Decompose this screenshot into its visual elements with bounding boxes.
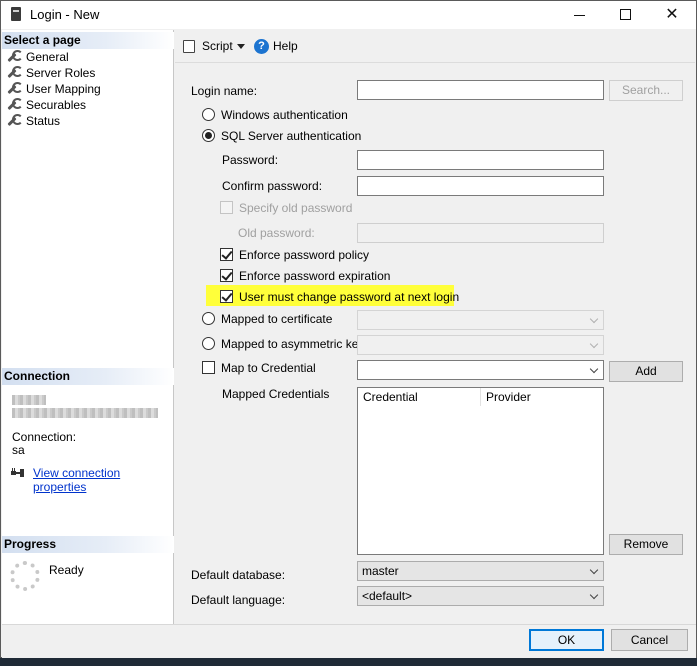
progress-status: Ready [49,563,84,577]
connection-properties-icon [11,468,24,477]
chevron-down-icon[interactable] [237,44,245,49]
app-icon [11,7,21,21]
confirm-password-label: Confirm password: [222,179,323,193]
select-page-header: Select a page [2,32,174,49]
enforce-policy-checkbox[interactable] [220,248,233,261]
map-credential-label: Map to Credential [221,361,316,375]
wrench-icon [6,82,23,94]
old-password-input[interactable] [357,223,604,243]
connection-value: sa [12,443,25,457]
progress-spinner-icon [10,561,40,591]
login-name-input[interactable] [357,80,604,100]
enforce-expiration-label: Enforce password expiration [239,269,391,283]
specify-old-password-checkbox[interactable] [220,201,233,214]
chevron-down-icon [589,590,599,600]
login-dialog: Login - New ✕ Select a page General Serv… [0,0,697,658]
default-database-value: master [362,564,399,578]
must-change-checkbox[interactable] [220,290,233,303]
minimize-button[interactable] [556,1,602,29]
close-button[interactable]: ✕ [649,1,695,29]
minimize-icon [573,14,585,16]
windows-auth-label: Windows authentication [221,108,348,122]
default-database-select[interactable]: master [357,561,604,581]
login-name-label: Login name: [191,84,258,98]
page-item-user-mapping[interactable]: User Mapping [6,81,101,97]
wrench-icon [6,50,23,62]
page-item-server-roles[interactable]: Server Roles [6,65,95,81]
maximize-icon [619,9,631,21]
sql-auth-label: SQL Server authentication [221,129,362,143]
password-label: Password: [222,153,279,167]
enforce-expiration-checkbox[interactable] [220,269,233,282]
chevron-down-icon [589,565,599,575]
default-language-select[interactable]: <default> [357,586,604,606]
help-button[interactable]: Help [273,39,298,53]
search-button[interactable]: Search... [609,80,683,101]
password-input[interactable] [357,150,604,170]
cancel-button[interactable]: Cancel [611,629,688,651]
chevron-down-icon [589,364,599,374]
window-title: Login - New [30,7,100,22]
wrench-icon [6,66,23,78]
script-button[interactable]: Script [202,39,233,53]
toolbar: Script ? Help [175,30,695,63]
redacted-server-detail [12,408,158,418]
page-item-general[interactable]: General [6,49,69,65]
windows-auth-radio[interactable] [202,108,215,121]
script-icon [183,40,195,53]
ok-button[interactable]: OK [529,629,604,651]
mapped-asym-label: Mapped to asymmetric key [221,337,365,351]
page-item-label: General [26,50,69,64]
title-bar: Login - New ✕ [1,1,696,29]
remove-button[interactable]: Remove [609,534,683,555]
mapped-credentials-label: Mapped Credentials [222,387,330,401]
page-item-label: Securables [26,98,87,112]
chevron-down-icon [589,314,599,324]
close-icon: ✕ [665,6,679,23]
progress-header: Progress [2,536,174,553]
provider-column-header[interactable]: Provider [481,388,603,406]
page-item-label: Server Roles [26,66,96,80]
mapped-asym-radio[interactable] [202,337,215,350]
page-item-securables[interactable]: Securables [6,97,86,113]
add-button[interactable]: Add [609,361,683,382]
connection-header: Connection [2,368,174,385]
default-language-label: Default language: [191,593,286,607]
default-database-label: Default database: [191,568,286,582]
old-password-label: Old password: [238,226,315,240]
confirm-password-input[interactable] [357,176,604,196]
enforce-policy-label: Enforce password policy [239,248,370,262]
redacted-server-name [12,395,46,405]
certificate-select[interactable] [357,310,604,330]
help-icon: ? [254,39,269,54]
wrench-icon [6,98,23,110]
default-language-value: <default> [362,589,413,603]
dialog-footer: OK Cancel [2,624,696,658]
chevron-down-icon [589,339,599,349]
connection-label: Connection: [12,430,77,444]
mapped-cert-radio[interactable] [202,312,215,325]
credential-column-header[interactable]: Credential [358,388,481,406]
page-item-label: Status [26,114,61,128]
map-credential-checkbox[interactable] [202,361,215,374]
left-panel: Select a page General Server Roles User … [2,30,174,624]
credential-select[interactable] [357,360,604,380]
mapped-cert-label: Mapped to certificate [221,312,333,326]
sql-auth-radio[interactable] [202,129,215,142]
view-connection-properties-link[interactable]: View connection properties [33,466,173,494]
maximize-button[interactable] [602,1,648,29]
asymmetric-key-select[interactable] [357,335,604,355]
wrench-icon [6,114,23,126]
general-page-form: Login name: Search... Windows authentica… [175,64,695,624]
page-item-label: User Mapping [26,82,101,96]
mapped-credentials-grid[interactable]: Credential Provider [357,387,604,555]
must-change-label: User must change password at next login [239,290,460,304]
specify-old-password-label: Specify old password [239,201,353,215]
page-item-status[interactable]: Status [6,113,60,129]
